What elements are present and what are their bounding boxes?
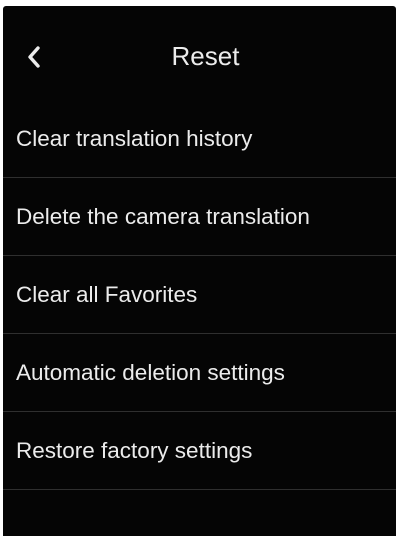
page-title: Reset: [171, 41, 240, 71]
list-item-label: Clear all Favorites: [16, 281, 198, 307]
clear-all-favorites-item[interactable]: Clear all Favorites: [3, 256, 396, 334]
list-item-label: Automatic deletion settings: [16, 359, 285, 385]
clear-translation-history-item[interactable]: Clear translation history: [3, 101, 396, 178]
reset-options-list: Clear translation history Delete the cam…: [3, 101, 396, 490]
reset-screen: Reset Clear translation history Delete t…: [3, 6, 396, 536]
list-item-label: Clear translation history: [16, 126, 253, 151]
header: Reset: [3, 6, 396, 101]
restore-factory-settings-item[interactable]: Restore factory settings: [3, 412, 396, 490]
list-item-label: Delete the camera translation: [16, 203, 310, 229]
automatic-deletion-settings-item[interactable]: Automatic deletion settings: [3, 334, 396, 412]
list-item-label: Restore factory settings: [16, 437, 253, 463]
delete-camera-translation-item[interactable]: Delete the camera translation: [3, 178, 396, 256]
